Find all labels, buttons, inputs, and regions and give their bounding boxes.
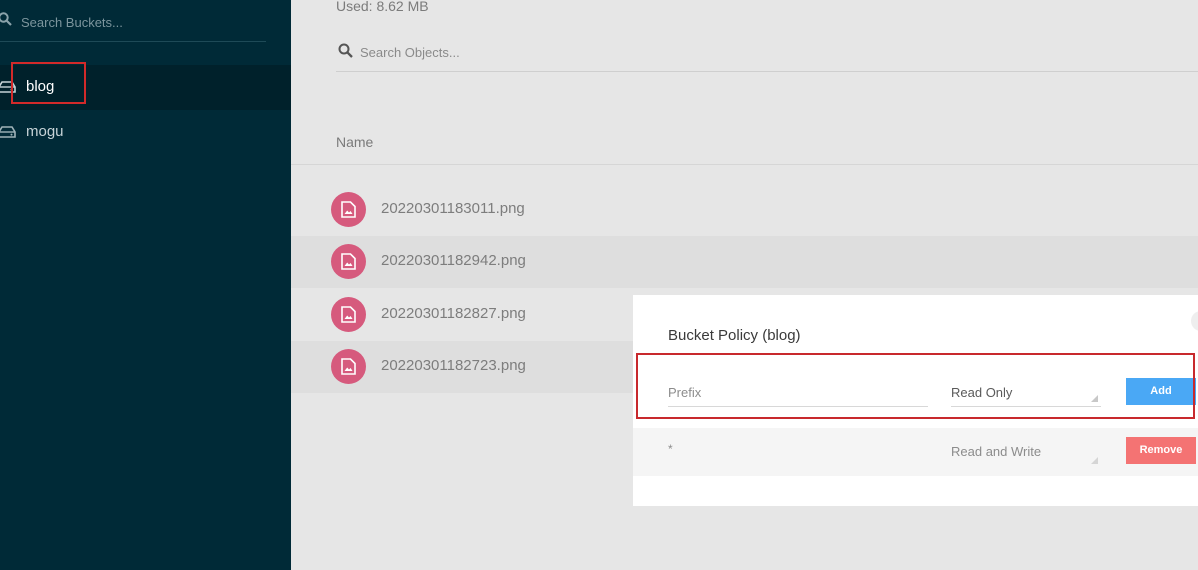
table-row[interactable]: 20220301183011.png [291,184,1198,236]
file-name: 20220301182827.png [381,305,526,322]
table-row[interactable]: 20220301182942.png [291,236,1198,288]
search-buckets-input[interactable] [21,10,261,34]
bucket-name: mogu [26,123,64,140]
search-objects-input[interactable] [360,42,860,62]
search-icon [338,43,353,58]
table-header: Name [291,120,1198,165]
bucket-search [0,0,266,42]
dropdown-arrow-icon [1091,457,1098,464]
file-name: 20220301182723.png [381,357,526,374]
search-icon [0,12,12,26]
storage-used-label: Used: 8.62 MB [336,0,429,14]
highlight-box [636,353,1195,419]
modal-title: Bucket Policy (blog) [668,327,801,344]
close-icon[interactable] [1191,311,1198,331]
image-file-icon [331,192,366,227]
sidebar-item-mogu[interactable]: mogu [0,110,291,155]
image-file-icon [331,349,366,384]
remove-policy-button[interactable]: Remove [1126,437,1196,464]
image-file-icon [331,297,366,332]
policy-permission-select[interactable]: Read and Write [951,440,1101,466]
policy-prefix: * [668,442,673,456]
policy-row: * Read and Write Remove [633,428,1198,476]
policy-permission-value: Read and Write [951,444,1042,459]
image-file-icon [331,244,366,279]
sidebar: blog mogu [0,0,291,570]
file-name: 20220301183011.png [381,200,525,217]
highlight-box [11,62,86,104]
column-header-name[interactable]: Name [336,134,373,150]
bucket-drive-icon [0,126,16,138]
object-search [336,38,1198,72]
file-name: 20220301182942.png [381,252,526,269]
